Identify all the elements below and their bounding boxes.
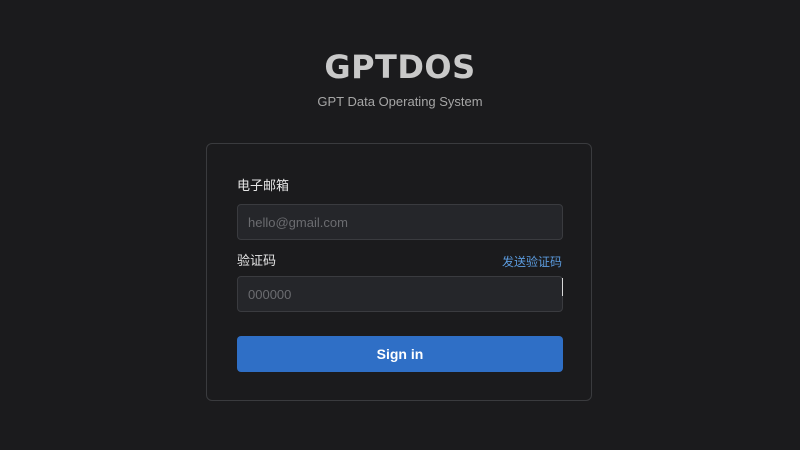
login-card: 电子邮箱 验证码 发送验证码 Sign in (206, 143, 592, 401)
app-subtitle: GPT Data Operating System (317, 94, 483, 109)
login-page: GPTDOS GPT Data Operating System 电子邮箱 验证… (0, 0, 800, 450)
text-cursor (562, 278, 563, 296)
verification-code-field[interactable] (237, 276, 563, 312)
verification-code-label: 验证码 (237, 254, 277, 269)
email-field[interactable] (237, 204, 563, 240)
app-title: GPTDOS (324, 48, 476, 86)
send-code-link[interactable]: 发送验证码 (502, 253, 562, 271)
email-label: 电子邮箱 (237, 179, 290, 194)
sign-in-button[interactable]: Sign in (237, 336, 563, 372)
